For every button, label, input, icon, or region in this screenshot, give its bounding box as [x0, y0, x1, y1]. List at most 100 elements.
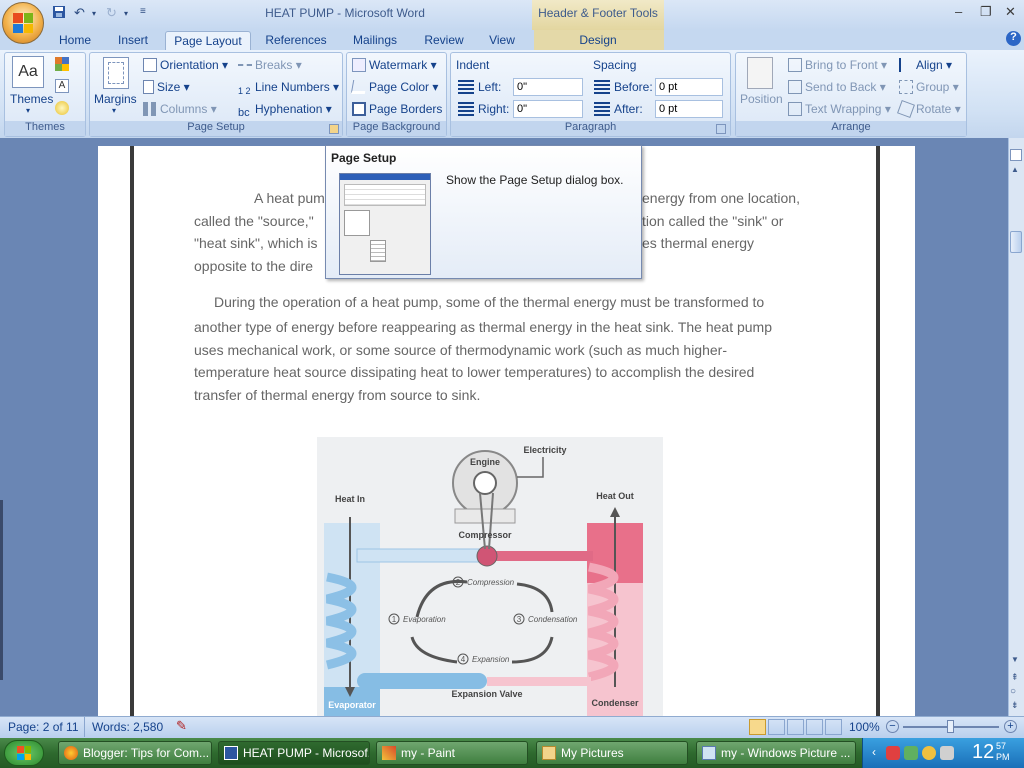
- condenser-label: Condenser: [591, 698, 639, 708]
- tab-design[interactable]: Design: [570, 31, 626, 50]
- network-icon[interactable]: [940, 746, 954, 760]
- hyphenation-button[interactable]: bc Hyphenation ▾: [238, 102, 332, 121]
- zoom-out-icon[interactable]: −: [886, 720, 899, 733]
- position-icon[interactable]: [747, 57, 773, 89]
- indent-right-input[interactable]: 0": [513, 100, 583, 118]
- step2-number: 2: [456, 578, 461, 587]
- engine-pulley: [473, 471, 497, 495]
- tray-app-icon-1[interactable]: [886, 746, 900, 760]
- theme-effects-icon[interactable]: [55, 101, 69, 115]
- paragraph-dialog-launcher-icon[interactable]: [716, 124, 726, 134]
- clock-hour[interactable]: 12: [972, 741, 994, 764]
- web-layout-view-icon[interactable]: [787, 719, 804, 735]
- help-button[interactable]: ?: [1006, 31, 1021, 46]
- tab-mailings[interactable]: Mailings: [344, 31, 406, 50]
- cycle-arrow-4: [410, 636, 458, 664]
- orientation-button[interactable]: Orientation ▾: [143, 58, 228, 72]
- spacing-after-input[interactable]: 0 pt: [655, 100, 723, 118]
- page-count[interactable]: Page: 2 of 11: [8, 720, 79, 734]
- tab-view[interactable]: View: [482, 31, 522, 50]
- rotate-button[interactable]: Rotate ▾: [897, 100, 961, 118]
- columns-button[interactable]: Columns ▾: [143, 102, 217, 116]
- themes-icon[interactable]: Aa: [12, 56, 44, 88]
- margins-dropdown-icon: ▾: [112, 106, 117, 115]
- clock-minute[interactable]: 57: [996, 741, 1006, 751]
- theme-colors-icon[interactable]: [55, 57, 69, 71]
- next-page-icon[interactable]: ⇟: [1011, 700, 1019, 711]
- line-numbers-button[interactable]: 1 2 Line Numbers ▾: [238, 80, 339, 100]
- evaporator-label: Evaporator: [328, 700, 376, 710]
- margins-icon[interactable]: [103, 57, 129, 89]
- office-button[interactable]: [2, 2, 44, 44]
- view-ruler-icon[interactable]: [1010, 149, 1022, 161]
- text-wrapping-button[interactable]: Text Wrapping ▾: [788, 102, 891, 116]
- indent-right-icon: [458, 102, 474, 116]
- margins-button[interactable]: Margins: [94, 92, 137, 106]
- start-button[interactable]: [4, 740, 44, 766]
- word-count[interactable]: Words: 2,580: [92, 720, 163, 734]
- zoom-in-icon[interactable]: +: [1004, 720, 1017, 733]
- orientation-icon: [143, 58, 157, 72]
- vertical-scrollbar[interactable]: [1008, 138, 1024, 716]
- theme-fonts-icon[interactable]: A: [55, 79, 69, 93]
- themes-button[interactable]: Themes: [10, 92, 53, 106]
- proofing-icon[interactable]: ✎: [176, 718, 187, 734]
- bring-to-front-button[interactable]: Bring to Front ▾: [788, 58, 887, 72]
- indent-left-label: Left:: [478, 80, 502, 94]
- taskbar-item-my-pictures[interactable]: My Pictures: [536, 741, 688, 765]
- page-color-button[interactable]: Page Color ▾: [350, 80, 438, 94]
- group-button[interactable]: Group ▾: [899, 80, 959, 94]
- close-button[interactable]: ✕: [1005, 4, 1016, 20]
- spacing-before-input[interactable]: 0 pt: [655, 78, 723, 96]
- themes-dropdown-icon: ▾: [26, 106, 31, 115]
- tab-references[interactable]: References: [260, 31, 332, 50]
- draft-view-icon[interactable]: [825, 719, 842, 735]
- align-button[interactable]: Align ▾: [899, 58, 952, 72]
- taskbar-item-word[interactable]: HEAT PUMP - Microsof...: [218, 741, 370, 765]
- position-button[interactable]: Position: [740, 92, 783, 106]
- tab-home[interactable]: Home: [52, 31, 98, 50]
- align-icon: [899, 58, 913, 72]
- send-to-back-button[interactable]: Send to Back ▾: [788, 80, 886, 94]
- page-borders-button[interactable]: Page Borders: [352, 102, 442, 116]
- tab-review[interactable]: Review: [418, 31, 470, 50]
- para1-line2b: tion called the "sink" or: [642, 213, 784, 229]
- breaks-button[interactable]: Breaks ▾: [238, 58, 302, 72]
- scroll-up-icon[interactable]: ▲: [1011, 165, 1019, 174]
- tray-expand-icon[interactable]: ‹: [872, 745, 876, 759]
- para1-line3b: es thermal energy: [642, 235, 755, 251]
- tray-app-icon-2[interactable]: [904, 746, 918, 760]
- tray-app-icon-3[interactable]: [922, 746, 936, 760]
- hyphenation-icon: bc: [238, 107, 250, 119]
- zoom-slider-thumb[interactable]: [947, 720, 954, 733]
- full-screen-reading-view-icon[interactable]: [768, 719, 785, 735]
- taskbar-item-picture-viewer[interactable]: my - Windows Picture ...: [696, 741, 856, 765]
- tab-insert[interactable]: Insert: [110, 31, 156, 50]
- office-logo-icon: [13, 13, 33, 33]
- minimize-button[interactable]: –: [955, 4, 962, 19]
- taskbar-item-firefox[interactable]: Blogger: Tips for Com...: [58, 741, 212, 765]
- heat-pump-diagram[interactable]: Engine Electricity Heat In Heat Out Comp…: [317, 437, 663, 716]
- maximize-button[interactable]: ❐: [980, 4, 992, 20]
- tooltip-description: Show the Page Setup dialog box.: [446, 173, 624, 187]
- tab-page-layout[interactable]: Page Layout: [165, 31, 251, 50]
- previous-page-icon[interactable]: ⇞: [1011, 672, 1019, 683]
- page-left-border: [130, 146, 134, 716]
- watermark-button[interactable]: Watermark ▾: [352, 58, 437, 72]
- size-button[interactable]: Size ▾: [143, 80, 190, 94]
- indent-left-input[interactable]: 0": [513, 78, 583, 96]
- clock-ampm[interactable]: PM: [996, 752, 1010, 762]
- taskbar-item-paint[interactable]: my - Paint: [376, 741, 528, 765]
- scroll-thumb[interactable]: [1010, 231, 1022, 253]
- paint-bucket-icon: [350, 80, 368, 94]
- page-setup-dialog-launcher-icon[interactable]: [329, 124, 339, 134]
- outline-view-icon[interactable]: [806, 719, 823, 735]
- para2-line4: temperature heat source dissipating heat…: [194, 364, 755, 380]
- para1-line2a: called the "source,": [194, 213, 314, 229]
- para2-line1: During the operation of a heat pump, som…: [214, 294, 765, 310]
- print-layout-view-icon[interactable]: [749, 719, 766, 735]
- zoom-level[interactable]: 100%: [849, 720, 880, 734]
- compressor-body: [476, 545, 498, 567]
- select-browse-object-icon[interactable]: ○: [1010, 686, 1016, 697]
- scroll-down-icon[interactable]: ▼: [1011, 655, 1019, 664]
